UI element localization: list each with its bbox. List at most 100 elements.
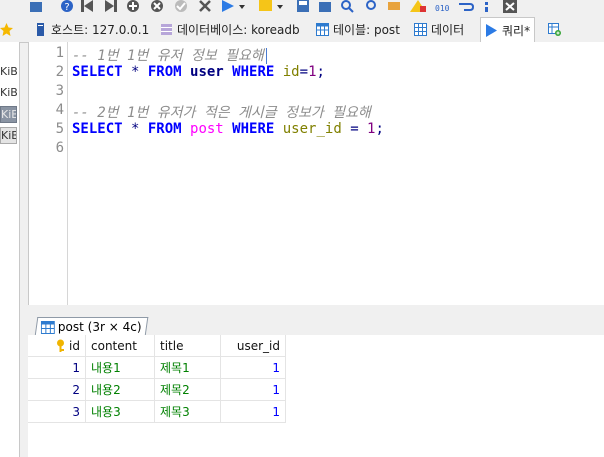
sql-operator: ; [375,121,384,137]
post-changes-icon[interactable] [174,0,188,14]
cell-title[interactable]: 제목2 [154,378,221,401]
size-label: KiB [0,65,18,78]
tab-label: 데이터베이스: koreadb [177,22,300,37]
tab-data[interactable]: 데이터 [414,18,464,40]
sql-keyword: FROM [147,121,182,137]
column-header-title[interactable]: title [154,335,221,357]
main-tab-bar: 호스트: 127.0.0.1 데이터베이스: koreadb 테이블: post… [0,16,604,43]
result-tab-bar: post (3r × 4c) [28,317,604,336]
sql-table: post [181,121,233,137]
result-tab-label: post (3r × 4c) [57,320,142,334]
cell-content[interactable]: 내용2 [85,378,155,401]
cell-content[interactable]: 내용3 [85,400,155,423]
svg-text:?: ? [64,2,69,13]
database-icon [161,23,172,35]
tab-table[interactable]: 테이블: post [316,18,400,40]
sql-number: 1 [308,64,317,80]
table-row[interactable]: 1 내용1 제목1 1 [28,356,286,379]
close-icon[interactable] [502,0,518,14]
table-row[interactable]: 3 내용3 제목3 1 [28,400,286,423]
tab-label: 테이블: post [333,22,400,37]
line-number: 1 [55,45,64,61]
sql-operator: * [122,121,148,137]
semicolon-icon[interactable] [482,0,492,14]
replace-icon[interactable] [364,0,378,14]
tab-sidebar-favorite[interactable] [0,18,17,40]
query-play-icon [486,24,497,37]
cell-id[interactable]: 3 [28,400,86,423]
save-icon[interactable] [296,0,310,14]
database-tree-panel[interactable]: KiB KiB KiB KiB [0,42,20,457]
tab-label: 호스트: 127.0.0.1 [51,22,150,37]
cancel-icon[interactable] [198,0,212,14]
add-query-tab-button[interactable] [548,18,565,40]
first-record-icon[interactable] [80,0,94,14]
size-bar: KiB [0,106,17,123]
sql-operator: = [350,121,368,137]
sql-operator: * [122,64,148,80]
sql-comment: -- 2번 1번 유저가 적은 게시글 정보가 필요해 [72,105,371,121]
line-number: 4 [55,102,64,118]
line-number-gutter: 1 2 3 4 5 6 [29,42,68,305]
table-icon [40,320,55,334]
code-line-4: -- 2번 1번 유저가 적은 게시글 정보가 필요해 [72,102,371,122]
line-number: 2 [55,64,64,80]
warning-icon[interactable] [410,0,426,14]
table-icon [316,22,329,36]
cell-title[interactable]: 제목3 [154,400,221,423]
table-row[interactable]: 2 내용2 제목2 1 [28,378,286,401]
column-header-user-id[interactable]: user_id [220,335,286,357]
run-dropdown-icon[interactable] [238,0,246,14]
clear-icon[interactable] [386,0,402,14]
cell-user-id[interactable]: 1 [220,400,286,423]
tab-label: 데이터 [431,22,465,37]
search-icon[interactable] [340,0,354,14]
sql-keyword: FROM [147,64,182,80]
add-record-icon[interactable] [126,0,140,14]
column-header-content[interactable]: content [85,335,155,357]
host-icon [37,22,44,36]
run-icon[interactable] [220,0,236,14]
editor-result-splitter[interactable] [28,305,604,317]
binary-icon[interactable]: 010 [434,0,454,14]
result-tab-post[interactable]: post (3r × 4c) [34,317,148,336]
open-file-icon[interactable] [318,0,332,14]
column-header-id[interactable]: id [28,335,86,357]
result-grid[interactable]: id content title user_id 1 내용1 제목1 1 2 내… [28,335,604,457]
primary-key-icon [57,339,65,352]
column-header-label: id [69,338,80,353]
sql-table: user [181,64,233,80]
last-record-icon[interactable] [104,0,118,14]
line-number: 3 [55,83,64,99]
refresh-icon[interactable] [28,0,44,14]
cell-title[interactable]: 제목1 [154,356,221,379]
favorite-icon[interactable] [258,0,274,14]
text-cursor [265,48,267,64]
help-icon[interactable]: ? [60,0,74,14]
cell-id[interactable]: 2 [28,378,86,401]
sql-operator: = [299,64,309,80]
favorite-dropdown-icon[interactable] [276,0,284,14]
cell-user-id[interactable]: 1 [220,356,286,379]
line-number: 6 [55,140,64,156]
cell-id[interactable]: 1 [28,356,86,379]
tab-query[interactable]: 쿼리* [480,17,536,43]
sql-field: user_id [274,121,351,137]
delete-record-icon[interactable] [150,0,164,14]
cell-user-id[interactable]: 1 [220,378,286,401]
star-icon [0,22,13,36]
cell-content[interactable]: 내용1 [85,356,155,379]
code-line-2: SELECT * FROM user WHERE id=1; [72,64,325,80]
code-line-1: -- 1번 1번 유저 정보 필요해 [72,45,267,65]
sql-editor[interactable]: 1 2 3 4 5 6 -- 1번 1번 유저 정보 필요해 SELECT * … [28,42,604,305]
data-grid-icon [414,22,427,36]
svg-text:010: 010 [435,4,450,13]
sql-keyword: WHERE [232,64,275,80]
size-bar: KiB [0,127,17,144]
sql-field: id [274,64,300,80]
tab-host[interactable]: 호스트: 127.0.0.1 [34,18,149,40]
tab-database[interactable]: 데이터베이스: koreadb [160,18,300,40]
wrap-icon[interactable] [458,0,474,14]
result-table: id content title user_id 1 내용1 제목1 1 2 내… [28,335,286,423]
sql-keyword: WHERE [232,121,275,137]
